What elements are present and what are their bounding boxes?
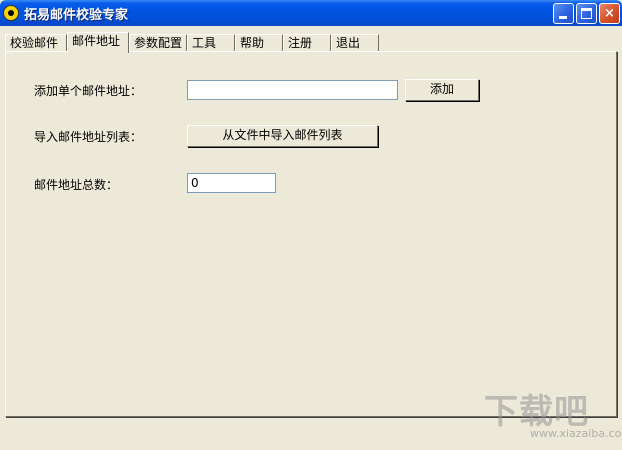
tab-register[interactable]: 注册 — [283, 34, 331, 52]
tab-label: 邮件地址 — [72, 34, 121, 48]
tab-label: 校验邮件 — [10, 36, 59, 50]
tab-email-addresses[interactable]: 邮件地址 — [67, 32, 129, 53]
window-title: 拓易邮件校验专家 — [24, 8, 129, 23]
tab-verify-email[interactable]: 校验邮件 — [5, 34, 67, 52]
total-count-label: 邮件地址总数： — [34, 178, 119, 192]
import-list-label: 导入邮件地址列表： — [34, 130, 143, 144]
total-count-field[interactable]: 0 — [187, 173, 276, 193]
single-address-input[interactable] — [187, 80, 398, 100]
tab-label: 参数配置 — [134, 36, 183, 50]
app-eye-icon — [3, 5, 19, 21]
tab-panel-email-addresses: 添加单个邮件地址： 添加 导入邮件地址列表： 从文件中导入邮件列表 邮件地址总数… — [5, 51, 617, 417]
tab-label: 注册 — [288, 36, 313, 50]
import-from-file-button[interactable]: 从文件中导入邮件列表 — [187, 125, 378, 147]
title-bar[interactable]: 拓易邮件校验专家 × — [0, 0, 622, 26]
minimize-icon — [559, 16, 567, 19]
tab-help[interactable]: 帮助 — [235, 34, 283, 52]
maximize-icon — [581, 8, 592, 19]
tab-label: 工具 — [192, 36, 217, 50]
tab-settings[interactable]: 参数配置 — [129, 34, 187, 52]
tab-label: 帮助 — [240, 36, 265, 50]
tab-exit[interactable]: 退出 — [331, 34, 379, 52]
add-button[interactable]: 添加 — [405, 79, 479, 101]
watermark-logo: 下载吧 — [484, 392, 589, 432]
maximize-button[interactable] — [576, 3, 597, 24]
single-address-label: 添加单个邮件地址： — [34, 84, 143, 98]
watermark-url: www.xiazaiba.com — [530, 427, 622, 440]
tab-tools[interactable]: 工具 — [187, 34, 235, 52]
close-button[interactable]: × — [599, 3, 620, 24]
tab-label: 退出 — [336, 36, 361, 50]
close-icon: × — [604, 6, 615, 21]
minimize-button[interactable] — [553, 3, 574, 24]
